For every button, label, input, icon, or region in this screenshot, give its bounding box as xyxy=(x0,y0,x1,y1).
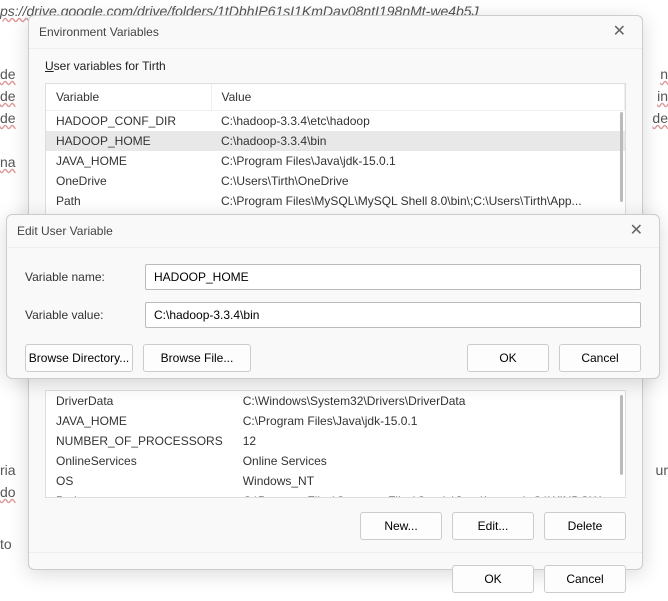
ok-button[interactable]: OK xyxy=(467,344,549,372)
var-name-cell: DriverData xyxy=(46,391,233,411)
cancel-button[interactable]: Cancel xyxy=(544,565,626,593)
bg-frag: ria xyxy=(0,462,16,478)
dialog-header: Environment Variables ✕ xyxy=(29,16,642,49)
table-row[interactable]: PathC:\Program Files\MySQL\MySQL Shell 8… xyxy=(46,191,625,211)
var-value-cell: Windows_NT xyxy=(233,471,625,491)
delete-button[interactable]: Delete xyxy=(544,512,626,540)
dialog-title: Edit User Variable xyxy=(17,224,113,238)
dialog-buttons: OK Cancel xyxy=(29,557,642,601)
bg-frag: na xyxy=(0,154,16,170)
variable-name-row: Variable name: xyxy=(7,258,659,296)
var-name-cell: OS xyxy=(46,471,233,491)
var-name-cell: OnlineServices xyxy=(46,451,233,471)
browse-file-button[interactable]: Browse File... xyxy=(143,344,251,372)
var-name-cell: NUMBER_OF_PROCESSORS xyxy=(46,431,233,451)
table-row[interactable]: OnlineServicesOnline Services xyxy=(46,451,625,471)
system-vars-table-wrap: DriverDataC:\Windows\System32\Drivers\Dr… xyxy=(45,390,626,498)
table-row[interactable]: JAVA_HOMEC:\Program Files\Java\jdk-15.0.… xyxy=(46,151,625,171)
var-name-cell: Path xyxy=(46,191,211,211)
bg-frag: to xyxy=(0,536,12,552)
new-button[interactable]: New... xyxy=(360,512,442,540)
edit-button[interactable]: Edit... xyxy=(452,512,534,540)
var-value-cell: C:\Program Files\MySQL\MySQL Shell 8.0\b… xyxy=(211,191,625,211)
ok-button[interactable]: OK xyxy=(452,565,534,593)
bg-frag: do xyxy=(0,484,16,500)
var-name-cell: HADOOP_HOME xyxy=(46,131,211,151)
var-value-cell: C:\Program Files\Java\jdk-15.0.1 xyxy=(233,411,625,431)
edit-dialog-buttons: Browse Directory... Browse File... OK Ca… xyxy=(7,334,659,372)
var-value-cell: C:\Program Files\Java\jdk-15.0.1 xyxy=(211,151,625,171)
close-icon: ✕ xyxy=(630,222,643,239)
var-value-cell: C:\Program Files\Common Files\Oracle\Jav… xyxy=(233,491,625,498)
browse-directory-button[interactable]: Browse Directory... xyxy=(25,344,133,372)
table-row[interactable]: OSWindows_NT xyxy=(46,471,625,491)
user-vars-label: UUser variables for Tirthser variables f… xyxy=(29,49,642,79)
variable-value-row: Variable value: xyxy=(7,296,659,334)
variable-name-label: Variable name: xyxy=(25,270,145,284)
bg-frag: de xyxy=(0,110,16,126)
user-vars-table[interactable]: Variable Value HADOOP_CONF_DIRC:\hadoop-… xyxy=(46,84,625,225)
dialog-header: Edit User Variable ✕ xyxy=(7,215,659,248)
var-name-cell: HADOOP_CONF_DIR xyxy=(46,111,211,132)
scrollbar[interactable] xyxy=(620,112,623,202)
close-button[interactable]: ✕ xyxy=(607,22,632,42)
bg-frag: de xyxy=(652,110,668,126)
col-header-value[interactable]: Value xyxy=(211,84,625,111)
table-row[interactable]: JAVA_HOMEC:\Program Files\Java\jdk-15.0.… xyxy=(46,411,625,431)
var-value-cell: C:\Users\Tirth\OneDrive xyxy=(211,171,625,191)
table-row[interactable]: DriverDataC:\Windows\System32\Drivers\Dr… xyxy=(46,391,625,411)
var-value-cell: C:\hadoop-3.3.4\etc\hadoop xyxy=(211,111,625,132)
bg-frag: in xyxy=(657,88,668,104)
table-row[interactable]: PathC:\Program Files\Common Files\Oracle… xyxy=(46,491,625,498)
var-value-cell: Online Services xyxy=(233,451,625,471)
variable-value-label: Variable value: xyxy=(25,308,145,322)
table-row[interactable]: HADOOP_CONF_DIRC:\hadoop-3.3.4\etc\hadoo… xyxy=(46,111,625,132)
dialog-title: Environment Variables xyxy=(39,25,159,39)
var-value-cell: 12 xyxy=(233,431,625,451)
table-row[interactable]: HADOOP_HOMEC:\hadoop-3.3.4\bin xyxy=(46,131,625,151)
variable-name-input[interactable] xyxy=(145,264,641,290)
bg-frag: ur xyxy=(656,462,668,478)
bg-frag: de xyxy=(0,88,16,104)
var-name-cell: OneDrive xyxy=(46,171,211,191)
table-row[interactable]: OneDriveC:\Users\Tirth\OneDrive xyxy=(46,171,625,191)
cancel-button[interactable]: Cancel xyxy=(559,344,641,372)
scrollbar[interactable] xyxy=(620,395,623,475)
bg-frag: de xyxy=(0,66,16,82)
close-button[interactable]: ✕ xyxy=(624,221,649,241)
edit-variable-dialog: Edit User Variable ✕ Variable name: Vari… xyxy=(6,214,660,379)
var-name-cell: JAVA_HOME xyxy=(46,411,233,431)
col-header-variable[interactable]: Variable xyxy=(46,84,211,111)
system-vars-table[interactable]: DriverDataC:\Windows\System32\Drivers\Dr… xyxy=(46,391,625,498)
var-value-cell: C:\Windows\System32\Drivers\DriverData xyxy=(233,391,625,411)
var-name-cell: JAVA_HOME xyxy=(46,151,211,171)
variable-value-input[interactable] xyxy=(145,302,641,328)
var-value-cell: C:\hadoop-3.3.4\bin xyxy=(211,131,625,151)
table-row[interactable]: NUMBER_OF_PROCESSORS12 xyxy=(46,431,625,451)
system-vars-buttons: New... Edit... Delete xyxy=(29,504,642,548)
var-name-cell: Path xyxy=(46,491,233,498)
bg-frag: n xyxy=(660,66,668,82)
user-vars-table-wrap: Variable Value HADOOP_CONF_DIRC:\hadoop-… xyxy=(45,83,626,225)
close-icon: ✕ xyxy=(613,23,626,40)
